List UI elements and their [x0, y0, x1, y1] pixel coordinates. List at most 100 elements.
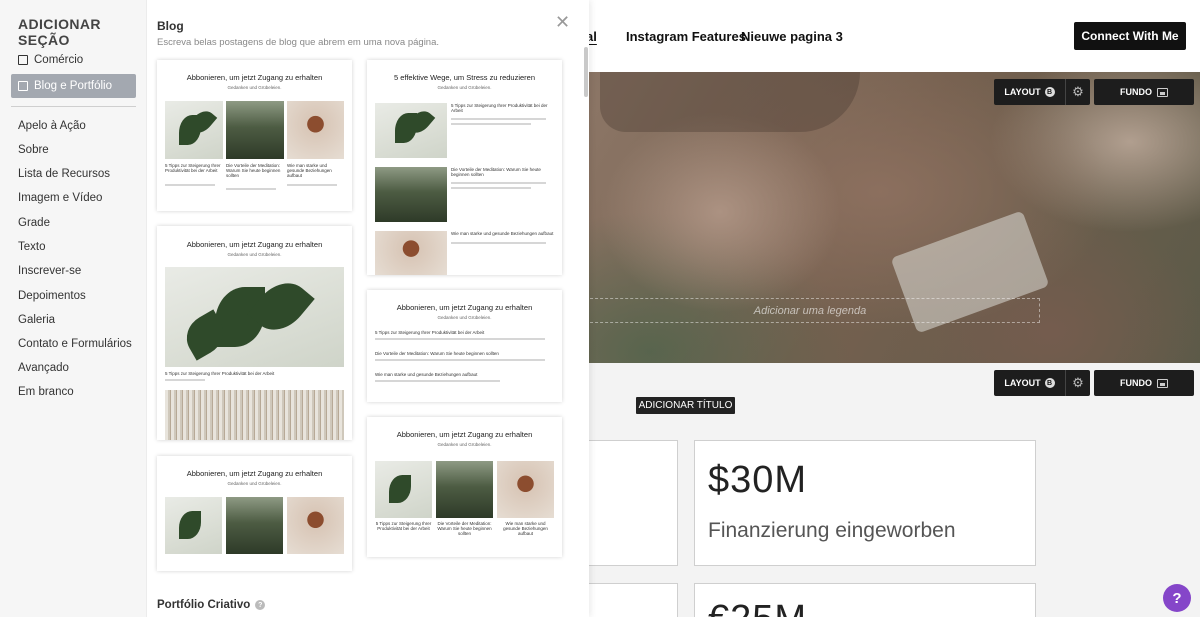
- sidebar-item-apelo-acao[interactable]: Apelo à Ação: [11, 114, 136, 138]
- post-title: 5 Tipps zur Steigerung Ihrer Produktivit…: [375, 330, 485, 335]
- layout-label: LAYOUT: [1004, 378, 1041, 388]
- post-title: Die Vorteile der Meditation: Warum Sie h…: [375, 351, 499, 356]
- background-button[interactable]: FUNDO: [1094, 79, 1194, 105]
- background-label: FUNDO: [1120, 87, 1152, 97]
- flowers-image: [287, 497, 344, 554]
- post-title: 5 Tipps zur Steigerung Ihrer Produktivit…: [451, 103, 548, 113]
- sidebar-item-label: Comércio: [34, 54, 84, 66]
- post-title: Wie man starke und gesunde Beziehungen a…: [287, 163, 332, 178]
- gear-icon[interactable]: ⚙: [1066, 370, 1090, 396]
- sidebar-item-inscrever[interactable]: Inscrever-se: [11, 259, 136, 283]
- text-line: [375, 380, 500, 382]
- layout-button[interactable]: LAYOUT B: [994, 370, 1066, 396]
- sidebar-item-texto[interactable]: Texto: [11, 235, 136, 259]
- background-label: FUNDO: [1120, 378, 1152, 388]
- sidebar-item-contato[interactable]: Contato e Formulários: [11, 332, 136, 356]
- text-line: [451, 182, 546, 184]
- sidebar-item-comercio[interactable]: Comércio: [11, 48, 136, 72]
- stat-label: Finanzierung eingeworben: [708, 519, 956, 542]
- blog-template-5[interactable]: Abbonieren, um jetzt Zugang zu erhalten …: [367, 290, 562, 402]
- sidebar-item-avancado[interactable]: Avançado: [11, 356, 136, 380]
- image-icon: [1157, 87, 1168, 97]
- plant-image: [165, 497, 222, 554]
- flowers-image: [375, 231, 447, 275]
- garden-image: [436, 461, 493, 518]
- sidebar-item-em-branco[interactable]: Em branco: [11, 380, 136, 404]
- blog-template-1[interactable]: Abbonieren, um jetzt Zugang zu erhalten …: [157, 60, 352, 211]
- template-subheading: Gedanken und Grübeleien.: [437, 442, 492, 447]
- add-section-panel: ADICIONAR SEÇÃO Comércio Blog e Portfóli…: [0, 0, 589, 617]
- template-subheading: Gedanken und Grübeleien.: [437, 85, 492, 90]
- post-title: 5 Tipps zur Steigerung Ihrer Produktivit…: [375, 521, 432, 531]
- sidebar-item-blog-portfolio[interactable]: Blog e Portfólio: [11, 74, 136, 98]
- bag-icon: [18, 55, 28, 65]
- text-line: [226, 188, 276, 190]
- post-title: Die Vorteile der Meditation: Warum Sie h…: [451, 167, 541, 177]
- post-title: 5 Tipps zur Steigerung Ihrer Produktivit…: [165, 371, 275, 376]
- text-line: [451, 123, 531, 125]
- macrame-image: [165, 390, 344, 440]
- blog-template-4[interactable]: 5 effektive Wege, um Stress zu reduziere…: [367, 60, 562, 275]
- plant-image: [375, 103, 447, 158]
- add-title-button[interactable]: ADICIONAR TÍTULO: [636, 397, 735, 414]
- layout-label: LAYOUT: [1004, 87, 1041, 97]
- template-heading: Abbonieren, um jetzt Zugang zu erhalten: [186, 469, 323, 478]
- plant-image: [375, 461, 432, 518]
- hero-shade: [600, 72, 860, 132]
- stat-card[interactable]: $30M Finanzierung eingeworben: [694, 440, 1036, 566]
- template-heading: Abbonieren, um jetzt Zugang zu erhalten: [186, 240, 323, 249]
- connect-button[interactable]: Connect With Me: [1074, 22, 1186, 50]
- sidebar-item-galeria[interactable]: Galeria: [11, 308, 136, 332]
- close-icon[interactable]: ✕: [555, 13, 570, 31]
- stat-card-2[interactable]: €25M: [694, 583, 1036, 617]
- portfolio-heading-label: Portfólio Criativo: [157, 599, 251, 611]
- post-title: Wie man starke und gesunde Beziehungen a…: [503, 521, 548, 536]
- flowers-image: [287, 101, 344, 159]
- stats-section-controls: LAYOUT B ⚙ FUNDO: [994, 370, 1194, 396]
- post-title: 5 Tipps zur Steigerung Ihrer Produktivit…: [165, 163, 221, 173]
- sidebar-item-imagem-video[interactable]: Imagem e Vídeo: [11, 186, 136, 210]
- template-subheading: Gedanken und Grübeleien.: [227, 252, 282, 257]
- garden-image: [375, 167, 447, 222]
- layout-button[interactable]: LAYOUT B: [994, 79, 1066, 105]
- gear-icon[interactable]: ⚙: [1066, 79, 1090, 105]
- sidebar-item-lista-recursos[interactable]: Lista de Recursos: [11, 162, 136, 186]
- caption-placeholder[interactable]: Adicionar uma legenda: [580, 298, 1040, 323]
- text-line: [165, 184, 215, 186]
- section-description: Escreva belas postagens de blog que abre…: [157, 37, 440, 48]
- post-title: Wie man starke und gesunde Beziehungen a…: [375, 372, 478, 377]
- sidebar-divider: [11, 106, 136, 107]
- blog-template-6[interactable]: Abbonieren, um jetzt Zugang zu erhalten …: [367, 417, 562, 557]
- text-line: [451, 187, 531, 189]
- portfolio-heading: Portfólio Criativo?: [157, 599, 266, 611]
- scrollbar[interactable]: [584, 47, 588, 97]
- blog-template-3[interactable]: Abbonieren, um jetzt Zugang zu erhalten …: [157, 456, 352, 571]
- background-button[interactable]: FUNDO: [1094, 370, 1194, 396]
- sidebar-item-depoimentos[interactable]: Depoimentos: [11, 284, 136, 308]
- sidebar-item-sobre[interactable]: Sobre: [11, 138, 136, 162]
- panel-title: ADICIONAR SEÇÃO: [18, 16, 101, 48]
- question-icon[interactable]: ?: [255, 600, 266, 610]
- template-heading: 5 effektive Wege, um Stress zu reduziere…: [393, 73, 536, 82]
- stat-value: $30M: [708, 459, 808, 501]
- post-title: Die Vorteile der Meditation: Warum Sie h…: [226, 163, 281, 178]
- blog-template-2[interactable]: Abbonieren, um jetzt Zugang zu erhalten …: [157, 226, 352, 440]
- text-line: [451, 118, 546, 120]
- template-subheading: Gedanken und Grübeleien.: [227, 481, 282, 486]
- edit-icon: [18, 81, 28, 91]
- template-heading: Abbonieren, um jetzt Zugang zu erhalten: [396, 430, 533, 439]
- post-title: Die Vorteile der Meditation: Warum Sie h…: [437, 521, 492, 536]
- text-line: [165, 379, 205, 381]
- nav-link-instagram-features[interactable]: Instagram Features: [626, 29, 746, 44]
- layout-control-group: LAYOUT B ⚙: [994, 79, 1090, 105]
- stat-value: €25M: [708, 598, 807, 617]
- sidebar-item-grade[interactable]: Grade: [11, 211, 136, 235]
- text-line: [375, 359, 545, 361]
- help-button[interactable]: ?: [1163, 584, 1191, 612]
- layout-badge: B: [1044, 87, 1055, 97]
- plant-image: [165, 267, 344, 367]
- nav-link-nieuwe-pagina[interactable]: Nieuwe pagina 3: [741, 29, 843, 44]
- garden-image: [226, 497, 283, 554]
- post-title: Wie man starke und gesunde Beziehungen a…: [451, 231, 554, 236]
- text-line: [287, 184, 337, 186]
